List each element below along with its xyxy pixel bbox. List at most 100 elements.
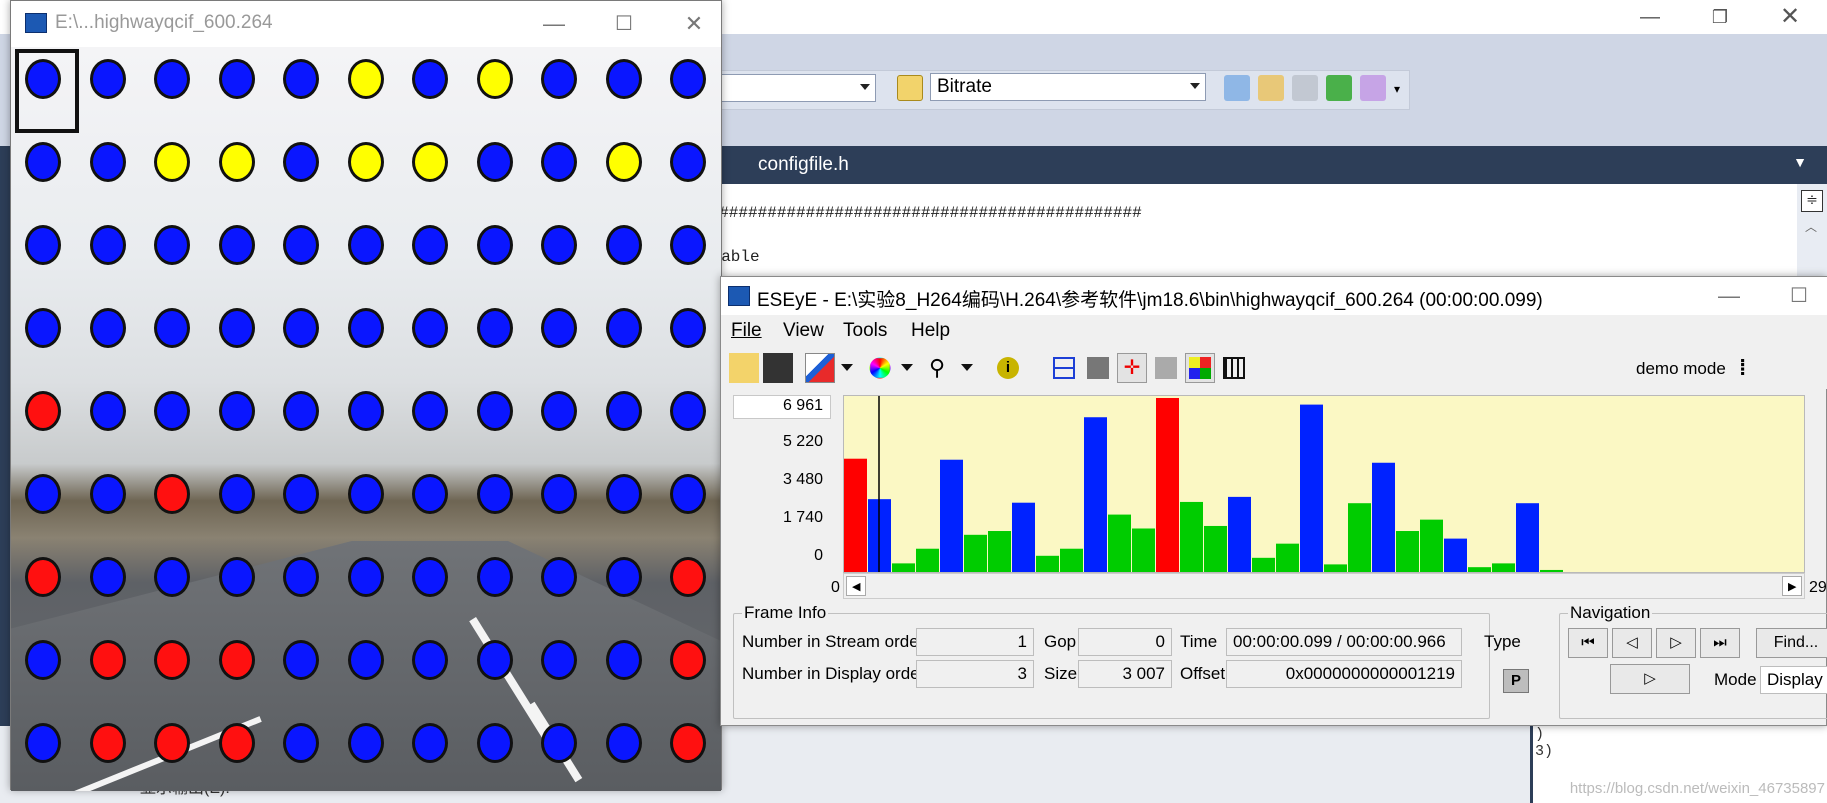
macroblock-blue [89,142,126,182]
grid-lines-icon[interactable] [1049,353,1079,383]
close-button[interactable]: ✕ [671,7,717,41]
find-in-files-icon[interactable] [1224,75,1250,101]
save-icon[interactable] [763,353,793,383]
bar-frame-P[interactable] [1228,496,1251,573]
ide-output-pane[interactable]: ) 3) https://blog.csdn.net/weixin_467358… [1530,726,1827,803]
mode-select[interactable]: Display [1760,666,1827,694]
bar-frame-B[interactable] [1276,543,1299,573]
tools-icon[interactable] [1292,75,1318,101]
bar-frame-B[interactable] [1204,525,1227,573]
menu-file[interactable]: File [731,320,762,342]
video-titlebar[interactable]: E:\...highwayqcif_600.264 — ☐ ✕ [11,1,721,47]
menu-view[interactable]: View [783,320,824,342]
bar-frame-B[interactable] [1396,531,1419,573]
ide-tabbar: configfile.h ▼ [700,146,1827,184]
bar-frame-P[interactable] [940,459,963,573]
chevron-down-icon[interactable] [841,364,853,371]
bar-frame-B[interactable] [916,548,939,573]
bar-frame-I[interactable] [844,458,867,573]
video-canvas[interactable] [11,47,721,791]
open-folder-icon[interactable] [729,353,759,383]
zoom-icon[interactable]: ⚲ [925,353,955,383]
navigation-title: Navigation [1568,603,1653,623]
editor-scrollbar[interactable]: ≑ ︿ [1797,184,1827,284]
ide-close-button[interactable]: ✕ [1755,0,1825,34]
menu-tools[interactable]: Tools [843,320,887,342]
last-frame-button[interactable]: ⏭ [1700,628,1740,658]
ide-editor[interactable]: ########################################… [700,184,1827,284]
bar-frame-B[interactable] [1492,563,1515,573]
split-icon[interactable]: ≑ [1801,190,1823,212]
bar-frame-B[interactable] [1180,501,1203,573]
chevron-down-icon[interactable] [901,364,913,371]
tab-configfile[interactable]: configfile.h [758,154,849,176]
export-icon[interactable] [1326,75,1352,101]
macroblock-blue [541,59,577,99]
table-grid-icon[interactable] [1219,353,1249,383]
macroblock-blue [476,640,513,680]
properties-icon[interactable] [1258,75,1284,101]
bar-frame-B[interactable] [1108,514,1131,573]
size-label: Size [1044,664,1078,683]
chart-scrollbar[interactable]: ◀ ▶ [843,573,1805,599]
scroll-right-button[interactable]: ▶ [1782,576,1802,596]
scroll-left-button[interactable]: ◀ [846,576,866,596]
next-frame-button[interactable]: ▷ [1656,628,1696,658]
bar-frame-P[interactable] [1444,538,1467,573]
menu-help[interactable]: Help [911,320,950,342]
maximize-button[interactable]: ☐ [1776,279,1822,313]
bar-frame-P[interactable] [1084,417,1107,573]
ide-restore-button[interactable]: ❐ [1685,0,1755,34]
find-button[interactable]: Find... [1756,628,1827,658]
partition-icon[interactable] [1151,353,1181,383]
bar-frame-P[interactable] [1372,462,1395,573]
bar-frame-B[interactable] [964,534,987,573]
bar-frame-I[interactable] [1156,398,1179,573]
scroll-up-icon[interactable]: ︿ [1805,218,1817,235]
bar-frame-B[interactable] [988,531,1011,573]
tab-overflow-icon[interactable]: ▼ [1793,154,1807,170]
motion-vector-icon[interactable]: ✛ [1117,353,1147,383]
info-icon[interactable]: i [993,353,1023,383]
macroblock-red [154,640,190,680]
bar-frame-B[interactable] [1348,503,1371,573]
bar-frame-B[interactable] [1060,548,1083,573]
bar-frame-B[interactable] [1420,519,1443,573]
ide-minimize-button[interactable]: — [1615,0,1685,34]
minimize-button[interactable]: — [1706,279,1752,313]
toolbar-overflow-icon[interactable]: ▾ [1394,82,1400,96]
graph-icon[interactable] [805,353,835,383]
bar-frame-B[interactable] [892,563,915,573]
play-button[interactable]: ▷ [1610,664,1690,694]
color-wheel-icon[interactable] [869,357,891,379]
minimize-button[interactable]: — [531,7,577,41]
bar-frame-P[interactable] [1012,502,1035,573]
chevron-down-icon[interactable] [961,364,973,371]
time-label: Time [1180,632,1218,651]
bar-frame-B[interactable] [1132,528,1155,573]
mb-type-icon[interactable] [1083,353,1113,383]
macroblock-red [25,557,61,597]
plot-area[interactable] [843,395,1805,573]
folder-icon[interactable] [897,75,923,101]
mb-color-icon[interactable] [1185,353,1215,383]
bar-frame-P[interactable] [1516,503,1539,573]
macroblock-blue [476,225,513,265]
extension-icon[interactable] [1360,75,1386,101]
bar-frame-B[interactable] [1036,555,1059,573]
eseye-titlebar[interactable]: ESEyE - E:\实验8_H264编码\H.264\参考软件\jm18.6\… [721,277,1827,315]
config-combo[interactable] [700,74,876,102]
bar-frame-P[interactable] [1300,404,1323,573]
maximize-button[interactable]: ☐ [601,7,647,41]
bar-frame-B[interactable] [1252,557,1275,573]
prev-frame-button[interactable]: ◁ [1612,628,1652,658]
first-frame-button[interactable]: ⏮ [1568,628,1608,658]
navigation-panel: Navigation ⏮ ◁ ▷ ⏭ Find... ▷ Mode Displa… [1559,603,1827,719]
bitrate-combo[interactable]: Bitrate [930,73,1206,101]
macroblock-blue [347,391,384,431]
bar-frame-B[interactable] [1324,564,1347,573]
video-window: E:\...highwayqcif_600.264 — ☐ ✕ [10,0,722,791]
y-tick-label: 1 740 [782,509,823,526]
app-icon [25,13,47,33]
macroblock-red [154,723,190,763]
